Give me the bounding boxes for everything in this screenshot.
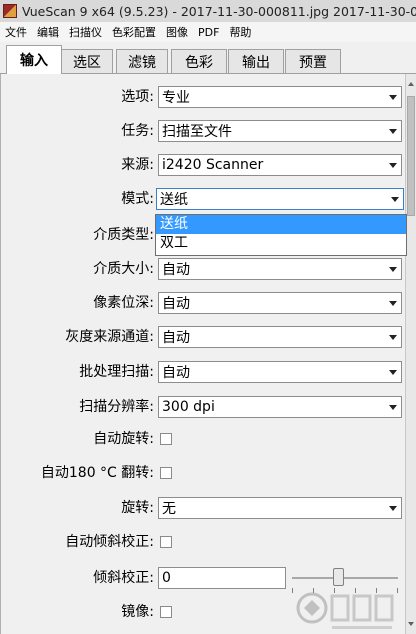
chevron-down-icon xyxy=(389,370,397,375)
source-label: 来源: xyxy=(121,157,154,173)
mode-option-feeder[interactable]: 送纸 xyxy=(156,215,406,234)
deskew-slider-track[interactable] xyxy=(292,577,398,579)
task-label: 任务: xyxy=(121,123,154,139)
mode-value: 送纸 xyxy=(160,192,188,208)
chevron-down-icon xyxy=(389,301,397,306)
bit-depth-label: 像素位深: xyxy=(93,295,154,311)
chevron-down-icon xyxy=(389,267,397,272)
bit-depth-value: 自动 xyxy=(162,296,190,312)
gray-channel-value: 自动 xyxy=(162,330,190,346)
deskew-input[interactable]: 0 xyxy=(158,567,286,589)
auto-rotate-label: 自动旋转: xyxy=(93,431,154,447)
media-size-value: 自动 xyxy=(162,262,190,278)
mode-option-duplex[interactable]: 双工 xyxy=(156,234,406,253)
rotate-select[interactable]: 无 xyxy=(158,497,402,519)
mode-label: 模式: xyxy=(121,191,154,207)
deskew-label: 倾斜校正: xyxy=(93,570,154,586)
task-select[interactable]: 扫描至文件 xyxy=(158,120,402,142)
source-select[interactable]: i2420 Scanner xyxy=(158,154,402,176)
source-value: i2420 Scanner xyxy=(162,157,264,173)
tab-prefs[interactable]: 预置 xyxy=(285,49,341,73)
chevron-down-icon xyxy=(389,95,397,100)
options-select[interactable]: 专业 xyxy=(158,86,402,108)
menu-pdf[interactable]: PDF xyxy=(193,26,224,39)
tab-crop[interactable]: 选区 xyxy=(61,49,113,73)
deskew-slider-thumb[interactable] xyxy=(333,568,344,586)
menu-image[interactable]: 图像 xyxy=(161,24,193,40)
menu-help[interactable]: 帮助 xyxy=(224,24,256,40)
rotate-value: 无 xyxy=(162,501,176,517)
watermark-logo-icon xyxy=(296,592,394,629)
tab-input[interactable]: 输入 xyxy=(6,45,62,74)
batch-scan-value: 自动 xyxy=(162,365,190,381)
batch-scan-label: 批处理扫描: xyxy=(79,364,154,380)
chevron-down-icon xyxy=(389,129,397,134)
gray-channel-select[interactable]: 自动 xyxy=(158,326,402,348)
chevron-down-icon xyxy=(389,405,397,410)
menu-scanner[interactable]: 扫描仪 xyxy=(64,24,107,40)
media-size-select[interactable]: 自动 xyxy=(158,258,402,280)
window-title: VueScan 9 x64 (9.5.23) - 2017-11-30-0008… xyxy=(22,3,416,19)
mirror-checkbox[interactable] xyxy=(160,606,172,618)
bit-depth-select[interactable]: 自动 xyxy=(158,292,402,314)
tab-bar: 输入 选区 滤镜 色彩 输出 预置 xyxy=(0,43,416,74)
chevron-down-icon xyxy=(389,335,397,340)
batch-scan-select[interactable]: 自动 xyxy=(158,361,402,383)
rotate-label: 旋转: xyxy=(121,500,154,516)
chevron-down-icon xyxy=(389,163,397,168)
tab-color[interactable]: 色彩 xyxy=(171,49,227,73)
auto-deskew-label: 自动倾斜校正: xyxy=(65,534,154,550)
tab-output[interactable]: 输出 xyxy=(228,49,284,73)
menu-bar: 文件 编辑 扫描仪 色彩配置 图像 PDF 帮助 xyxy=(0,22,416,42)
mirror-label: 镜像: xyxy=(121,604,154,620)
options-label: 选项: xyxy=(121,89,154,105)
menu-color-profile[interactable]: 色彩配置 xyxy=(107,24,161,40)
media-size-label: 介质大小: xyxy=(93,261,154,277)
tab-filter[interactable]: 滤镜 xyxy=(116,49,168,73)
vuescan-app-icon xyxy=(3,4,17,18)
chevron-down-icon xyxy=(391,197,399,202)
scroll-up-arrow-icon[interactable] xyxy=(408,82,414,86)
task-value: 扫描至文件 xyxy=(162,124,232,140)
vertical-scrollbar[interactable] xyxy=(405,74,416,634)
auto-deskew-checkbox[interactable] xyxy=(160,536,172,548)
gray-channel-label: 灰度来源通道: xyxy=(65,329,154,345)
menu-file[interactable]: 文件 xyxy=(0,24,32,40)
mode-select[interactable]: 送纸 xyxy=(156,188,404,210)
options-value: 专业 xyxy=(162,90,190,106)
menu-edit[interactable]: 编辑 xyxy=(32,24,64,40)
resolution-label: 扫描分辨率: xyxy=(79,399,154,415)
auto-rotate-checkbox[interactable] xyxy=(160,433,172,445)
mode-dropdown-list: 送纸 双工 xyxy=(155,214,407,256)
resolution-value: 300 dpi xyxy=(162,399,215,415)
resolution-select[interactable]: 300 dpi xyxy=(158,396,402,418)
title-bar: VueScan 9 x64 (9.5.23) - 2017-11-30-0008… xyxy=(0,0,416,23)
media-type-label: 介质类型: xyxy=(93,227,154,243)
chevron-down-icon xyxy=(389,506,397,511)
auto-flip-label: 自动180 °C 翻转: xyxy=(40,465,154,481)
auto-flip-checkbox[interactable] xyxy=(160,467,172,479)
scroll-thumb[interactable] xyxy=(407,96,415,216)
